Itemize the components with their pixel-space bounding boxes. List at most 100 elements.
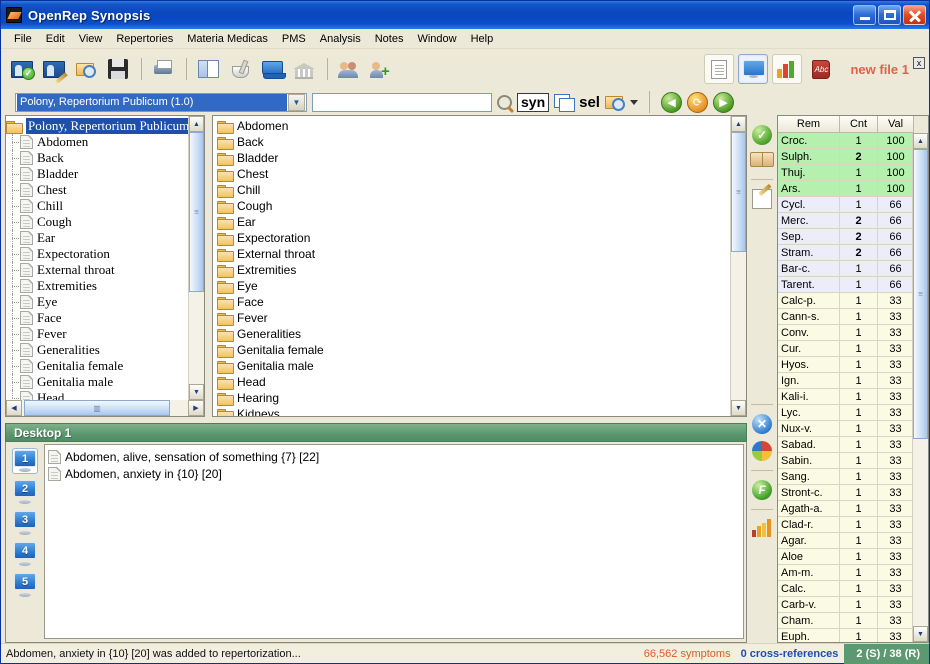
chapter-item[interactable]: Head: [217, 374, 746, 390]
caret-down-icon[interactable]: [629, 99, 638, 105]
desktop-tab-1[interactable]: 1: [12, 448, 38, 474]
column-header-cnt[interactable]: Cnt: [840, 116, 878, 133]
tree-item[interactable]: Genitalia male: [6, 374, 204, 390]
remedy-row[interactable]: Stront-c. 1 33: [778, 485, 928, 501]
chart-view-icon[interactable]: [772, 54, 803, 84]
remedy-row[interactable]: Cann-s. 1 33: [778, 309, 928, 325]
remedy-row[interactable]: Bar-c. 1 66: [778, 261, 928, 277]
scroll-down-icon[interactable]: ▼: [189, 384, 204, 400]
remedy-row[interactable]: Am-m. 1 33: [778, 565, 928, 581]
tree-item[interactable]: Generalities: [6, 342, 204, 358]
print-icon[interactable]: [148, 54, 178, 84]
patients-group-icon[interactable]: [334, 54, 364, 84]
menu-item-repertories[interactable]: Repertories: [109, 31, 180, 47]
graph-analysis-icon[interactable]: [752, 519, 772, 537]
remedy-row[interactable]: Agar. 1 33: [778, 533, 928, 549]
chapter-item[interactable]: Extremities: [217, 262, 746, 278]
scroll-right-icon[interactable]: ▶: [188, 400, 204, 416]
file-tab-close-icon[interactable]: x: [913, 56, 925, 69]
remedy-row[interactable]: Merc. 2 66: [778, 213, 928, 229]
desktop-tab-4[interactable]: 4: [12, 541, 38, 567]
book-icon[interactable]: [257, 54, 287, 84]
remedy-row[interactable]: Sang. 1 33: [778, 469, 928, 485]
chapter-item[interactable]: Eye: [217, 278, 746, 294]
nav-back-icon[interactable]: ◀: [660, 91, 682, 113]
tree-item[interactable]: Fever: [6, 326, 204, 342]
tree-item[interactable]: Genitalia female: [6, 358, 204, 374]
column-header-rem[interactable]: Rem: [778, 116, 840, 133]
remedy-row[interactable]: Aloe 1 33: [778, 549, 928, 565]
remedy-row[interactable]: Euph. 1 33: [778, 629, 928, 642]
remedy-row[interactable]: Agath-a. 1 33: [778, 501, 928, 517]
column-header-val[interactable]: Val: [878, 116, 914, 133]
hscroll-thumb[interactable]: ▥: [24, 400, 170, 416]
remedy-row[interactable]: Sep. 2 66: [778, 229, 928, 245]
tree-item[interactable]: Cough: [6, 214, 204, 230]
minimize-icon[interactable]: [853, 5, 876, 25]
magnifier-icon[interactable]: [497, 94, 512, 110]
remedy-table-body[interactable]: Croc. 1 100 Sulph. 2 100 Thuj. 1 100 Ars. 1 100 Cycl…: [778, 133, 928, 642]
save-icon[interactable]: [103, 54, 133, 84]
folder-search-icon[interactable]: [604, 94, 625, 111]
remedy-row[interactable]: Ign. 1 33: [778, 373, 928, 389]
chapter-item[interactable]: Genitalia male: [217, 358, 746, 374]
menu-item-window[interactable]: Window: [410, 31, 463, 47]
screen-view-icon[interactable]: [738, 54, 769, 84]
vscroll-thumb[interactable]: [913, 149, 928, 439]
symptom-row[interactable]: Abdomen, alive, sensation of something {…: [48, 448, 743, 465]
scroll-up-icon[interactable]: ▲: [189, 116, 204, 132]
scroll-down-icon[interactable]: ▼: [731, 400, 746, 416]
patient-edit-icon[interactable]: [39, 54, 69, 84]
remedy-row[interactable]: Lyc. 1 33: [778, 405, 928, 421]
remedy-row[interactable]: Stram. 2 66: [778, 245, 928, 261]
scroll-left-icon[interactable]: ◀: [6, 400, 22, 416]
family-f-icon[interactable]: F: [752, 480, 772, 500]
desktop-tab-2[interactable]: 2: [12, 479, 38, 505]
vscroll-thumb[interactable]: [189, 132, 204, 292]
patient-validate-icon[interactable]: ✓: [7, 54, 37, 84]
remedy-row[interactable]: Carb-v. 1 33: [778, 597, 928, 613]
menu-item-file[interactable]: File: [7, 31, 39, 47]
chapter-item[interactable]: Generalities: [217, 326, 746, 342]
chapter-item[interactable]: Back: [217, 134, 746, 150]
chapter-item[interactable]: Kidneys: [217, 406, 746, 416]
chapter-item[interactable]: External throat: [217, 246, 746, 262]
tree-item[interactable]: Chest: [6, 182, 204, 198]
desktop-tab-3[interactable]: 3: [12, 510, 38, 536]
chapter-list-vscrollbar[interactable]: ▲ ▼: [730, 116, 746, 416]
desktop-tab-5[interactable]: 5: [12, 572, 38, 598]
tree-item[interactable]: Expectoration: [6, 246, 204, 262]
chapter-item[interactable]: Cough: [217, 198, 746, 214]
search-input[interactable]: [312, 92, 492, 112]
remedy-row[interactable]: Hyos. 1 33: [778, 357, 928, 373]
remedy-row[interactable]: Nux-v. 1 33: [778, 421, 928, 437]
chapter-item[interactable]: Chill: [217, 182, 746, 198]
vscroll-track[interactable]: [913, 149, 928, 626]
scroll-down-icon[interactable]: ▼: [913, 626, 928, 642]
scroll-up-icon[interactable]: ▲: [913, 133, 928, 149]
remedy-row[interactable]: Clad-r. 1 33: [778, 517, 928, 533]
tree-item[interactable]: Chill: [6, 198, 204, 214]
chevron-down-icon[interactable]: ▼: [288, 93, 305, 111]
chapter-item[interactable]: Expectoration: [217, 230, 746, 246]
repertory-tree-hscrollbar[interactable]: ◀ ▥ ▶: [6, 400, 204, 416]
tree-item[interactable]: Bladder: [6, 166, 204, 182]
validate-check-icon[interactable]: ✓: [752, 125, 772, 145]
remedy-row[interactable]: Conv. 1 33: [778, 325, 928, 341]
symptom-row[interactable]: Abdomen, anxiety in {10} [20]: [48, 465, 743, 482]
tree-item[interactable]: Face: [6, 310, 204, 326]
repertorization-symptom-list[interactable]: Abdomen, alive, sensation of something {…: [44, 444, 744, 639]
remedy-row[interactable]: Thuj. 1 100: [778, 165, 928, 181]
syn-button[interactable]: syn: [517, 92, 550, 112]
vscroll-thumb[interactable]: [731, 132, 746, 252]
close-icon[interactable]: [903, 5, 926, 25]
open-book-icon[interactable]: [750, 152, 774, 170]
menu-item-edit[interactable]: Edit: [39, 31, 72, 47]
remedy-row[interactable]: Croc. 1 100: [778, 133, 928, 149]
remedy-row[interactable]: Ars. 1 100: [778, 181, 928, 197]
remedy-row[interactable]: Calc-p. 1 33: [778, 293, 928, 309]
nav-refresh-icon[interactable]: ⟳: [686, 91, 708, 113]
remedy-table-vscrollbar[interactable]: ▲ ▼: [912, 133, 928, 642]
list-view-icon[interactable]: [704, 54, 735, 84]
menu-item-pms[interactable]: PMS: [275, 31, 313, 47]
